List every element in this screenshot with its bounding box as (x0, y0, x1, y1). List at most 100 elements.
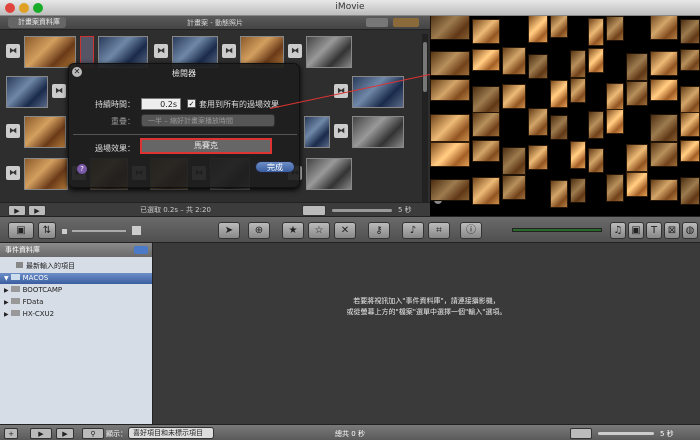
large-thumb-icon (132, 226, 141, 235)
zoom-slider[interactable] (332, 209, 392, 212)
mosaic-tile (680, 19, 700, 44)
play-fullscreen-button[interactable]: ▶ (8, 205, 26, 216)
video-clip[interactable] (24, 116, 66, 148)
disclosure-icon[interactable]: ▶ (4, 311, 9, 318)
disk-icon (10, 298, 20, 304)
transition-icon[interactable]: ⧓ (334, 124, 348, 138)
empty-message-line1: 若要將視訊加入"事件資料庫"，請連接攝影機， (353, 297, 500, 305)
audio-waveform-button[interactable] (570, 428, 592, 439)
transition-icon[interactable]: ⧓ (6, 44, 20, 58)
mosaic-tile (472, 112, 500, 137)
overlap-label: 重疊： (111, 117, 135, 126)
favorite-button[interactable]: ★ (282, 222, 304, 239)
zoom-slider[interactable] (598, 432, 654, 435)
video-clip[interactable] (306, 158, 352, 190)
mosaic-tile (588, 111, 604, 139)
empty-message-line2: 或從螢幕上方的"檔案"選單中選擇一個"輸入"選項。 (346, 308, 507, 316)
computer-icon (10, 274, 20, 280)
camera-import-button[interactable]: ▣ (8, 222, 34, 239)
project-header: 計畫案資料庫 計畫案 - 動態照片 (0, 16, 430, 30)
transition-label: 過場效果： (95, 144, 135, 153)
apply-all-checkbox[interactable]: ✓ (187, 99, 196, 108)
disclosure-icon[interactable]: ▼ (4, 275, 9, 282)
event-library-header: 事件資料庫 (0, 243, 152, 257)
done-button[interactable]: 完成 (255, 161, 295, 173)
window-title: iMovie (335, 2, 365, 12)
library-item-recent[interactable]: 最新輸入的項目 (0, 261, 152, 272)
mosaic-tile (588, 18, 604, 46)
transition-icon[interactable]: ⧓ (6, 166, 20, 180)
thumbnail-size-slider[interactable] (72, 230, 126, 232)
mosaic-tile (680, 49, 700, 71)
video-clip[interactable] (24, 158, 68, 190)
play-button[interactable]: ▶ (28, 205, 46, 216)
transition-icon[interactable]: ⧓ (52, 84, 66, 98)
map-browser-button[interactable]: ◍ (682, 222, 698, 239)
photo-browser-button[interactable]: ▣ (628, 222, 644, 239)
theme-button[interactable] (393, 18, 419, 27)
mosaic-tile (570, 141, 586, 169)
zoom-value: 5 秒 (660, 430, 674, 438)
mosaic-tile (570, 50, 586, 78)
video-clip[interactable] (6, 76, 48, 108)
audio-waveform-button[interactable] (302, 205, 326, 216)
mosaic-tile (588, 148, 604, 173)
video-clip[interactable] (306, 36, 352, 68)
mosaic-tile (430, 142, 470, 167)
voiceover-button[interactable]: ♪ (402, 222, 424, 239)
select-tool-button[interactable]: ➤ (218, 222, 240, 239)
mosaic-tile (650, 16, 678, 40)
video-clip[interactable] (352, 116, 404, 148)
total-duration: 總共 0 秒 (335, 430, 365, 438)
disclosure-icon[interactable]: ▶ (4, 299, 9, 306)
event-library: 事件資料庫 最新輸入的項目 ▼ MACOS ▶ BOOTCAMP ▶ FData ▶ H… (0, 243, 152, 424)
reject-button[interactable]: ✕ (334, 222, 356, 239)
disk-icon (10, 310, 20, 316)
inspector-panel: ✕ 檢閱器 持續時間： 0.2s ✓ 套用到所有的過場效果 重疊： 一半 – 縮… (68, 63, 300, 188)
help-icon[interactable]: ? (77, 164, 87, 174)
video-clip[interactable] (304, 116, 330, 148)
view-toggle-button[interactable] (366, 18, 388, 27)
mosaic-tile (430, 16, 470, 40)
library-item-bootcamp[interactable]: ▶ BOOTCAMP (0, 285, 152, 296)
library-item-macos[interactable]: ▼ MACOS (0, 273, 152, 284)
video-clip[interactable] (24, 36, 76, 68)
audio-meter (512, 228, 602, 232)
transition-icon[interactable]: ⧓ (6, 124, 20, 138)
mosaic-tile (430, 179, 470, 201)
mosaic-tile (606, 174, 624, 202)
mosaic-tile (570, 78, 586, 103)
project-scrollbar[interactable] (422, 34, 428, 214)
swap-button[interactable]: ⇅ (38, 222, 56, 239)
duration-label: 持續時間： (95, 100, 135, 109)
preview-viewer (430, 16, 700, 216)
inspector-title: 檢閱器 (172, 69, 196, 78)
transition-icon[interactable]: ⧓ (222, 44, 236, 58)
library-toggle-button[interactable] (134, 246, 148, 254)
disclosure-icon[interactable]: ▶ (4, 287, 9, 294)
transition-browser-button[interactable]: ⊠ (664, 222, 680, 239)
transition-icon[interactable]: ⧓ (288, 44, 302, 58)
transition-style-button[interactable]: 馬賽克 (140, 138, 272, 154)
library-item-fdata[interactable]: ▶ FData (0, 297, 152, 308)
mosaic-tile (650, 79, 678, 101)
crop-button[interactable]: ⌗ (428, 222, 450, 239)
music-browser-button[interactable]: ♫ (610, 222, 626, 239)
inspector-button[interactable]: ⓘ (460, 222, 482, 239)
add-to-project-button[interactable]: ⊕ (248, 222, 270, 239)
mosaic-tile (502, 147, 526, 175)
transition-icon[interactable]: ⧓ (154, 44, 168, 58)
mosaic-tile (472, 140, 500, 162)
duration-field[interactable]: 0.2s (141, 98, 181, 110)
mosaic-tile (550, 180, 568, 208)
mosaic-tile (550, 80, 568, 108)
mosaic-tile (528, 16, 548, 43)
overlap-select[interactable]: 一半 – 縮好計畫案播放時間 (141, 114, 275, 127)
unmark-button[interactable]: ☆ (308, 222, 330, 239)
title-browser-button[interactable]: T (646, 222, 662, 239)
keyword-button[interactable]: ⚷ (368, 222, 390, 239)
mosaic-tile (606, 16, 624, 41)
window-titlebar: iMovie (0, 0, 700, 16)
library-item-hx-cxu2[interactable]: ▶ HX-CXU2 (0, 309, 152, 320)
library-item-label: HX-CXU2 (22, 310, 55, 318)
